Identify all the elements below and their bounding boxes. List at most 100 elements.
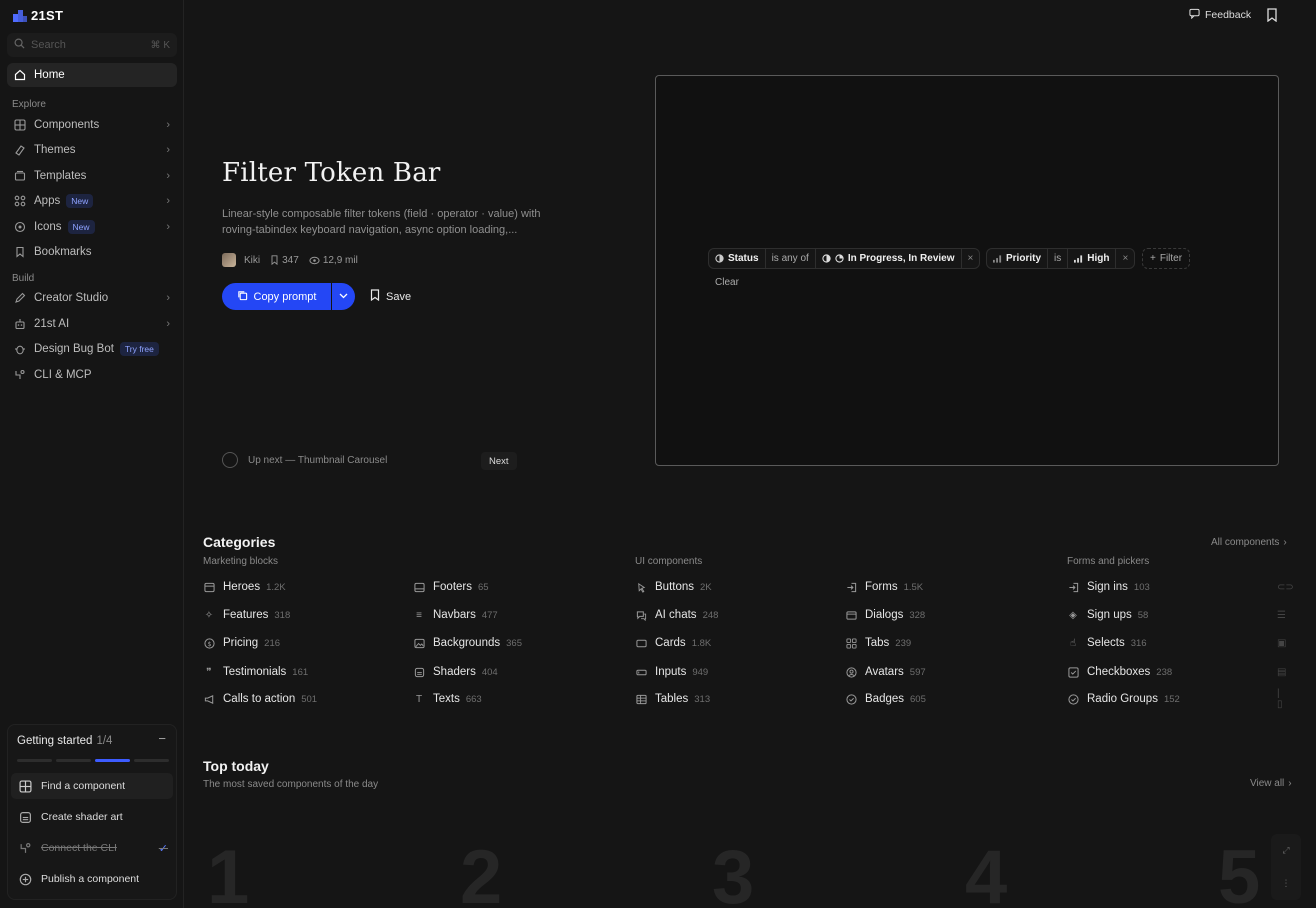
sidebar-item-templates[interactable]: Templates › xyxy=(7,164,177,188)
category-shaders[interactable]: Shaders 404 xyxy=(413,666,498,678)
save-label: Save xyxy=(386,290,412,303)
avatar[interactable] xyxy=(222,253,236,267)
category-inputs[interactable]: Inputs 949 xyxy=(635,666,708,678)
chevron-right-icon: › xyxy=(1283,537,1287,548)
token-operator[interactable]: is any of xyxy=(766,249,816,268)
token-operator[interactable]: is xyxy=(1048,249,1069,268)
getting-started-count: 1/4 xyxy=(96,735,113,747)
sidebar-item-themes[interactable]: Themes › xyxy=(7,138,177,162)
category-footers[interactable]: Footers 65 xyxy=(413,581,489,593)
sidebar: 21ST Search ⌘ K Home Explore Components … xyxy=(0,0,184,908)
sidebar-item-creator-studio[interactable]: Creator Studio › xyxy=(7,286,177,310)
component-preview: Status is any of In Progress, In Review … xyxy=(655,75,1279,466)
category-buttons[interactable]: Buttons 2K xyxy=(635,581,712,593)
sidebar-item-cli-mcp[interactable]: CLI & MCP xyxy=(7,363,177,387)
copy-icon xyxy=(237,290,248,304)
copy-options-dropdown[interactable] xyxy=(332,283,355,310)
bookmark-icon xyxy=(370,289,380,304)
chat-icon xyxy=(635,609,647,621)
category-cards[interactable]: Cards 1.8K xyxy=(635,637,711,649)
category-selects[interactable]: ☝ Selects 316 ▣ xyxy=(1067,637,1287,649)
filter-token-status[interactable]: Status is any of In Progress, In Review … xyxy=(708,248,981,269)
category-forms[interactable]: Forms 1.5K xyxy=(845,581,923,593)
category-sign-ups[interactable]: ◈ Sign ups 58 ☰ xyxy=(1067,609,1286,621)
copy-prompt-button[interactable]: Copy prompt xyxy=(222,283,331,310)
home-icon xyxy=(14,69,26,81)
sidebar-item-icons[interactable]: Icons New › xyxy=(7,215,177,239)
category-backgrounds[interactable]: Backgrounds 365 xyxy=(413,637,522,649)
category-tabs[interactable]: Tabs 239 xyxy=(845,637,911,649)
gs-item-label: Publish a component xyxy=(41,873,140,885)
drag-handle-icon[interactable]: ⋮ xyxy=(1282,878,1291,889)
card-icon xyxy=(635,637,647,649)
view-all-link[interactable]: View all › xyxy=(1250,778,1292,789)
category-texts[interactable]: T Texts 663 xyxy=(413,693,482,705)
user-circle-icon xyxy=(845,666,857,678)
pen-icon xyxy=(14,292,26,304)
search-input[interactable]: Search ⌘ K xyxy=(7,33,177,57)
sidebar-item-apps[interactable]: Apps New › xyxy=(7,189,177,213)
half-circle-icon xyxy=(822,254,831,263)
save-button[interactable]: Save xyxy=(366,284,415,309)
category-navbars[interactable]: ≡ Navbars 477 xyxy=(413,609,498,621)
token-field[interactable]: Priority xyxy=(987,249,1049,268)
category-tables[interactable]: Tables 313 xyxy=(635,693,710,705)
gs-item-create-shader[interactable]: Create shader art xyxy=(11,804,173,830)
category-sign-ins[interactable]: Sign ins 103 ⊂⊃ xyxy=(1067,581,1294,593)
bar-signal-icon xyxy=(993,254,1002,263)
token-field[interactable]: Status xyxy=(709,249,766,268)
toggle-icon: ⊂⊃ xyxy=(1277,581,1294,593)
category-badges[interactable]: Badges 605 xyxy=(845,693,926,705)
apps-icon xyxy=(14,195,26,207)
category-features[interactable]: ✧ Features 318 xyxy=(203,609,290,621)
category-calls-to-action[interactable]: Calls to action 501 xyxy=(203,693,317,705)
bookmark-icon xyxy=(14,246,26,258)
gs-item-find-component[interactable]: Find a component xyxy=(11,773,173,799)
sidebar-item-components[interactable]: Components › xyxy=(7,113,177,137)
sidebar-item-21st-ai[interactable]: 21st AI › xyxy=(7,312,177,336)
clear-filters-button[interactable]: Clear xyxy=(715,277,739,288)
floating-toolbar[interactable]: ⤢ ⋮ xyxy=(1271,834,1301,900)
category-avatars[interactable]: Avatars 597 xyxy=(845,666,926,678)
text-icon: T xyxy=(415,693,423,705)
add-filter-button[interactable]: + Filter xyxy=(1142,248,1191,269)
category-heroes[interactable]: Heroes 1.2K xyxy=(203,581,286,593)
next-button[interactable]: Next xyxy=(481,452,517,470)
brand-logo[interactable]: 21ST xyxy=(13,8,63,23)
sidebar-item-label: Home xyxy=(34,69,65,81)
gs-item-connect-cli[interactable]: Connect the CLI ✓ xyxy=(11,835,173,861)
getting-started-panel: Getting started 1/4 − Find a component Cr… xyxy=(7,724,177,900)
half-circle-icon xyxy=(715,254,724,263)
sidebar-item-label: Icons xyxy=(34,221,62,233)
megaphone-icon xyxy=(203,693,215,705)
author-name[interactable]: Kiki xyxy=(244,255,260,266)
minimize-icon[interactable]: − xyxy=(158,731,166,746)
all-components-link[interactable]: All components › xyxy=(1211,537,1287,548)
sidebar-item-home[interactable]: Home xyxy=(7,63,177,87)
sidebar-item-label: Bookmarks xyxy=(34,246,92,258)
category-testimonials[interactable]: ❞ Testimonials 161 xyxy=(203,666,308,678)
token-value[interactable]: In Progress, In Review xyxy=(816,249,962,268)
sparkle-icon: ✧ xyxy=(204,609,214,621)
remove-token-icon[interactable]: × xyxy=(962,249,980,268)
remove-token-icon[interactable]: × xyxy=(1116,249,1134,268)
token-value[interactable]: High xyxy=(1068,249,1117,268)
layers-icon xyxy=(14,170,26,182)
sidebar-item-bookmarks[interactable]: Bookmarks xyxy=(7,240,177,264)
tabs-icon xyxy=(845,637,857,649)
gs-item-publish-component[interactable]: Publish a component xyxy=(11,866,173,892)
rank-number: 2 xyxy=(460,835,503,908)
category-pricing[interactable]: $ Pricing 216 xyxy=(203,637,280,649)
expand-icon[interactable]: ⤢ xyxy=(1282,845,1289,856)
category-checkboxes[interactable]: Checkboxes 238 ▤ xyxy=(1067,666,1286,678)
bookmark-icon[interactable] xyxy=(1266,8,1278,23)
filter-token-priority[interactable]: Priority is High × xyxy=(986,248,1136,269)
shader-icon xyxy=(413,666,425,678)
sidebar-item-design-bug-bot[interactable]: Design Bug Bot Try free xyxy=(7,337,177,361)
feedback-button[interactable]: Feedback xyxy=(1189,8,1251,22)
sidebar-item-label: Creator Studio xyxy=(34,292,109,304)
category-ai-chats[interactable]: AI chats 248 xyxy=(635,609,718,621)
category-dialogs[interactable]: Dialogs 328 xyxy=(845,609,925,621)
bar-signal-icon xyxy=(1074,254,1083,263)
category-radio-groups[interactable]: Radio Groups 152 |▯ xyxy=(1067,688,1283,710)
